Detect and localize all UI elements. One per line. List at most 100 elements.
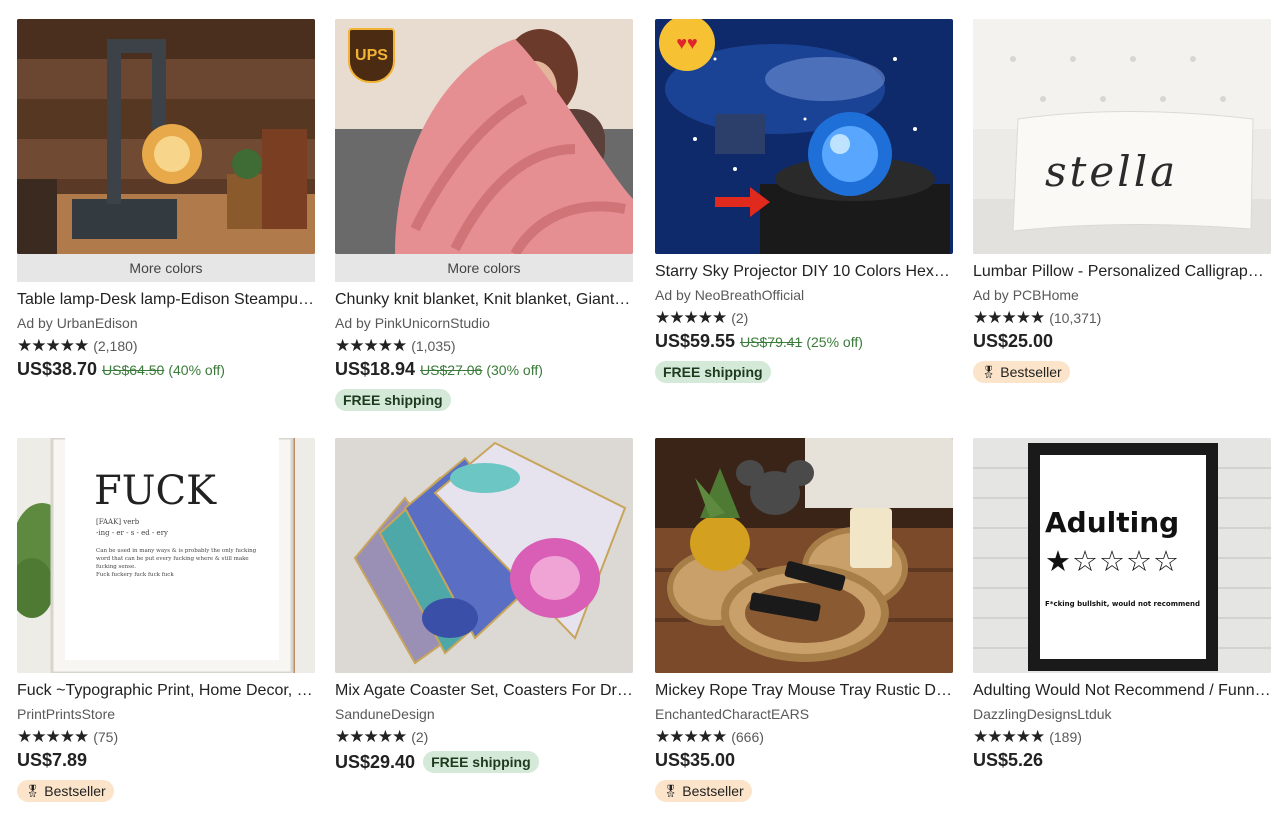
rating: ★★★★★ (2)	[335, 728, 633, 746]
more-colors-bar[interactable]: More colors	[335, 254, 633, 282]
bestseller-label: Bestseller	[1000, 364, 1062, 380]
print-definition-line: word that can be put every fucking where…	[96, 556, 249, 562]
shop-name: Ad by PCBHome	[973, 287, 1079, 303]
medal-icon: 🎖	[25, 784, 41, 798]
star-rating-icon: ★★★★★	[335, 336, 407, 355]
star-rating-icon: ★★★★★	[335, 727, 407, 746]
original-price: US$64.50	[102, 362, 165, 378]
rating: ★★★★★ (1,035)	[335, 337, 633, 355]
adulting-caption: F*cking bullshit, would not recommend	[1045, 600, 1201, 608]
listing-card[interactable]: Adulting ★☆☆☆☆ F*cking bullshit, would n…	[973, 438, 1271, 774]
pillow-photo	[973, 19, 1271, 254]
shop-name: Ad by NeoBreathOfficial	[655, 287, 805, 303]
star-rating-icon: ★★★★★	[973, 308, 1045, 327]
shop-name: SanduneDesign	[335, 706, 435, 722]
price-row: US$7.89	[17, 750, 315, 774]
shop-name: EnchantedCharactEARS	[655, 706, 810, 722]
listing-title[interactable]: Fuck ~Typographic Print, Home Decor, Wal…	[17, 681, 315, 701]
print-definition-line: fucking sense.	[96, 564, 137, 570]
star-rating-icon: ★★★★★	[655, 727, 727, 746]
discount-text: (40% off)	[168, 362, 225, 378]
bestseller-badge: 🎖 Bestseller	[17, 780, 114, 802]
star-rating-icon: ★★★★★	[655, 308, 727, 327]
price-row: US$38.70 US$64.50 (40% off)	[17, 359, 315, 383]
free-shipping-badge: FREE shipping	[655, 361, 771, 383]
pillow-script-text: stella	[1045, 147, 1179, 196]
listing-image-agate-coasters[interactable]	[335, 438, 633, 673]
listing-title[interactable]: Table lamp-Desk lamp-Edison Steampunk la…	[17, 290, 315, 310]
listing-title[interactable]: Adulting Would Not Recommend / Funny Pri…	[973, 681, 1271, 701]
shop-name: PrintPrintsStore	[17, 706, 116, 722]
free-shipping-badge: FREE shipping	[335, 389, 451, 411]
ups-logo-icon: UPS	[348, 28, 395, 83]
adulting-heading: Adulting	[1045, 506, 1180, 539]
review-count: (75)	[93, 729, 119, 745]
listing-image-rope-tray[interactable]	[655, 438, 953, 673]
listing-title[interactable]: Chunky knit blanket, Knit blanket, Giant…	[335, 290, 633, 310]
review-count: (2)	[411, 729, 429, 745]
sale-price: US$29.40	[335, 751, 416, 772]
listing-card[interactable]: More colors Table lamp-Desk lamp-Edison …	[17, 19, 315, 383]
bestseller-label: Bestseller	[682, 783, 744, 799]
price-row: US$29.40 FREE shipping	[335, 750, 633, 774]
price-row: US$25.00	[973, 331, 1271, 355]
star-rating-icon: ★★★★★	[973, 727, 1045, 746]
print-pronunciation: [FAAK] verb	[96, 518, 140, 526]
original-price: US$79.41	[740, 334, 803, 350]
listing-card[interactable]: stella Lumbar Pillow - Personalized Call…	[973, 19, 1271, 383]
sale-price: US$35.00	[655, 750, 736, 770]
bestseller-badge: 🎖 Bestseller	[973, 361, 1070, 383]
listing-card[interactable]: Mix Agate Coaster Set, Coasters For Drin…	[335, 438, 633, 774]
rating: ★★★★★ (2)	[655, 309, 953, 327]
listing-image-edison-lamp[interactable]	[17, 19, 315, 254]
print-forms: -ing - er - s - ed - ery	[96, 529, 169, 537]
medal-icon: 🎖	[981, 365, 997, 379]
star-rating-icon: ★★★★★	[17, 336, 89, 355]
sale-price: US$7.89	[17, 750, 88, 770]
rope-tray-photo	[655, 438, 953, 673]
listing-card[interactable]: UPS More colors Chunky knit blanket, Kni…	[335, 19, 633, 411]
review-count: (10,371)	[1049, 310, 1102, 326]
sale-price: US$38.70	[17, 359, 98, 379]
more-colors-bar[interactable]: More colors	[17, 254, 315, 282]
coasters-photo	[335, 438, 633, 673]
listing-title[interactable]: Mix Agate Coaster Set, Coasters For Drin…	[335, 681, 633, 701]
listing-image-lumbar-pillow[interactable]: stella	[973, 19, 1271, 254]
listing-image-star-projector[interactable]: ♥♥	[655, 19, 953, 254]
listing-title[interactable]: Lumbar Pillow - Personalized Calligraphy…	[973, 262, 1271, 282]
price-row: US$18.94 US$27.06 (30% off)	[335, 359, 633, 383]
listing-title[interactable]: Starry Sky Projector DIY 10 Colors Hexag…	[655, 262, 953, 282]
rating: ★★★★★ (666)	[655, 728, 953, 746]
listing-title[interactable]: Mickey Rope Tray Mouse Tray Rustic Decor	[655, 681, 953, 701]
print-heading: FUCK	[94, 468, 216, 514]
review-count: (666)	[731, 729, 764, 745]
review-count: (1,035)	[411, 338, 456, 354]
star-rating-icon: ★★★★★	[17, 727, 89, 746]
discount-text: (30% off)	[486, 362, 543, 378]
shop-name: Ad by PinkUnicornStudio	[335, 315, 490, 331]
adulting-stars-icon: ★☆☆☆☆	[1045, 546, 1180, 578]
listing-card[interactable]: Mickey Rope Tray Mouse Tray Rustic Decor…	[655, 438, 953, 802]
rating: ★★★★★ (2,180)	[17, 337, 315, 355]
sale-price: US$59.55	[655, 331, 736, 351]
medal-icon: 🎖	[663, 784, 679, 798]
listing-image-typographic-print[interactable]: FUCK [FAAK] verb -ing - er - s - ed - er…	[17, 438, 315, 673]
review-count: (2,180)	[93, 338, 138, 354]
listing-image-adulting-print[interactable]: Adulting ★☆☆☆☆ F*cking bullshit, would n…	[973, 438, 1271, 673]
review-count: (2)	[731, 310, 749, 326]
shop-name: DazzlingDesignsLtduk	[973, 706, 1112, 722]
listing-card[interactable]: FUCK [FAAK] verb -ing - er - s - ed - er…	[17, 438, 315, 802]
sale-price: US$18.94	[335, 359, 416, 379]
sale-price: US$25.00	[973, 331, 1054, 351]
bestseller-badge: 🎖 Bestseller	[655, 780, 752, 802]
ups-logo-text: UPS	[355, 46, 388, 64]
rating: ★★★★★ (10,371)	[973, 309, 1271, 327]
print-definition-line: Can be used in many ways & is probably t…	[96, 548, 257, 554]
bestseller-label: Bestseller	[44, 783, 106, 799]
print-definition-line: Fuck fuckery fuck fuck fuck	[96, 572, 174, 578]
listing-image-knit-blanket[interactable]: UPS	[335, 19, 633, 254]
lamp-photo	[17, 19, 315, 254]
price-row: US$35.00	[655, 750, 953, 774]
listing-card[interactable]: ♥♥ Starry Sky Projector DIY 10 Colors He…	[655, 19, 953, 383]
price-row: US$5.26	[973, 750, 1271, 774]
